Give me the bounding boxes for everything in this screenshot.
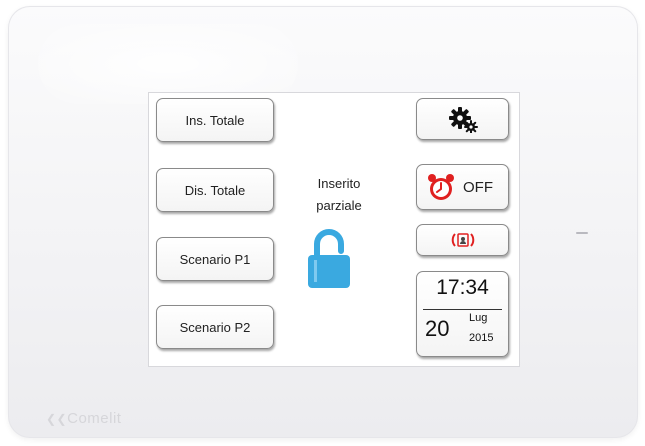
gears-icon [448, 107, 478, 133]
button-label: Scenario P2 [179, 319, 251, 335]
date-time-button[interactable]: 17:34 20 Lug 2015 [416, 271, 509, 357]
status-line-1: Inserito [317, 176, 361, 191]
scenario-p2-button[interactable]: Scenario P2 [156, 305, 274, 349]
timer-state-label: OFF [463, 178, 493, 196]
settings-button[interactable] [416, 98, 509, 140]
clock-month: Lug [469, 312, 488, 324]
dis-totale-button[interactable]: Dis. Totale [156, 168, 274, 212]
button-label: Dis. Totale [184, 182, 246, 198]
brand-mark-icon: ❮❮ [46, 412, 68, 426]
alarm-clock-icon [428, 174, 454, 200]
clock-time: 17:34 [436, 276, 489, 299]
padlock-open-icon [308, 229, 350, 288]
status-led [576, 232, 588, 234]
arming-status: Inserito parziale [289, 173, 389, 217]
intrusion-alarm-icon [451, 233, 474, 247]
timer-off-button[interactable]: OFF [416, 164, 509, 210]
device-gloss [38, 24, 298, 104]
clock-day: 20 [425, 316, 450, 341]
scenario-p1-button[interactable]: Scenario P1 [156, 237, 274, 281]
touch-screen: Ins. Totale Dis. Totale Scenario P1 Scen… [149, 93, 519, 366]
status-line-2: parziale [316, 198, 362, 213]
brand-logo: ❮❮Comelit [46, 410, 121, 427]
ins-totale-button[interactable]: Ins. Totale [156, 98, 274, 142]
alarm-button[interactable] [416, 224, 509, 256]
button-label: Ins. Totale [185, 112, 245, 128]
brand-name: Comelit [67, 410, 122, 427]
clock-year: 2015 [469, 332, 494, 344]
button-label: Scenario P1 [179, 251, 251, 267]
clock-divider [423, 309, 502, 310]
